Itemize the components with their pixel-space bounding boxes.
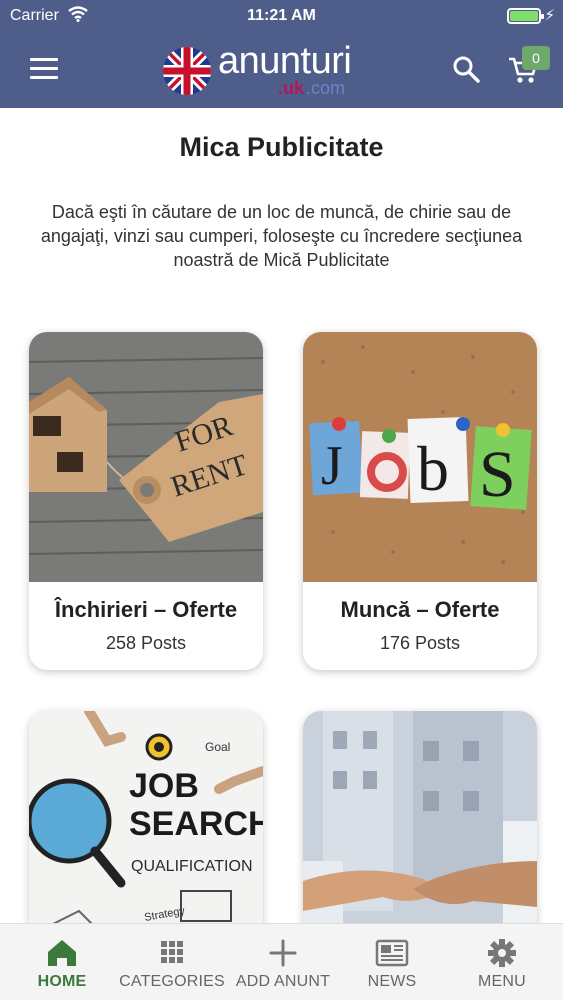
card-title: Închirieri – Oferte	[54, 597, 238, 622]
search-icon[interactable]	[452, 55, 480, 83]
battery-icon	[507, 8, 544, 24]
tab-label: NEWS	[367, 973, 417, 990]
for-rent-image: FOR RENT	[29, 332, 263, 582]
tab-label: HOME	[37, 973, 87, 990]
plus-icon	[269, 939, 297, 967]
tab-label: MENU	[478, 973, 526, 990]
svg-text:SEARCH: SEARCH	[129, 805, 263, 843]
logo-sub: .uk	[278, 78, 305, 98]
cart-count-badge: 0	[522, 46, 550, 70]
logo-text: anunturi	[218, 40, 352, 82]
card-post-count: 176 Posts	[379, 633, 461, 653]
svg-text:Goal: Goal	[205, 740, 230, 754]
page-title: Mica Publicitate	[179, 132, 384, 162]
tab-menu[interactable]: MENU	[458, 924, 546, 1000]
tab-label: CATEGORIES	[119, 973, 225, 990]
app-header: Carrier 11:21 AM ⚡ anunturi .uk .com 0	[0, 0, 563, 108]
jobs-corkboard-image: J b S	[303, 332, 537, 582]
status-time: 11:21 AM	[247, 7, 316, 24]
svg-text:S: S	[479, 438, 516, 511]
svg-text:JOB: JOB	[129, 767, 199, 805]
tab-categories[interactable]: CATEGORIES	[116, 924, 228, 1000]
svg-text:J: J	[321, 435, 343, 497]
card-post-count: 258 Posts	[105, 633, 187, 653]
tab-label: ADD ANUNT	[235, 973, 331, 990]
charging-icon: ⚡	[544, 7, 555, 24]
svg-text:b: b	[417, 433, 449, 504]
category-card-munca[interactable]: J b S Muncă – Oferte 176 Posts	[303, 332, 537, 670]
svg-text:QUALIFICATION: QUALIFICATION	[131, 858, 253, 875]
tab-home[interactable]: HOME	[18, 924, 106, 1000]
gear-icon	[488, 939, 516, 967]
logo-sub-domain: .com	[306, 78, 346, 98]
app-logo: anunturi .uk .com	[160, 40, 380, 100]
category-card-inchirieri[interactable]: FOR RENT Închirieri – Oferte 258 Posts	[29, 332, 263, 670]
grid-icon	[161, 941, 183, 963]
card-title: Muncă – Oferte	[340, 597, 500, 622]
uk-flag-icon	[163, 47, 211, 95]
tab-news[interactable]: NEWS	[348, 924, 436, 1000]
home-icon	[48, 940, 76, 966]
intro-text: Dacă eşti în căutare de un loc de muncă,…	[40, 202, 523, 270]
hamburger-menu-button[interactable]	[30, 58, 58, 80]
newspaper-icon	[375, 939, 409, 967]
tab-add-anunt[interactable]: ADD ANUNT	[232, 924, 334, 1000]
status-bar: Carrier 11:21 AM ⚡	[0, 0, 563, 32]
bottom-tab-bar: HOME CATEGORIES ADD ANUNT NEWS MENU	[0, 923, 563, 1000]
